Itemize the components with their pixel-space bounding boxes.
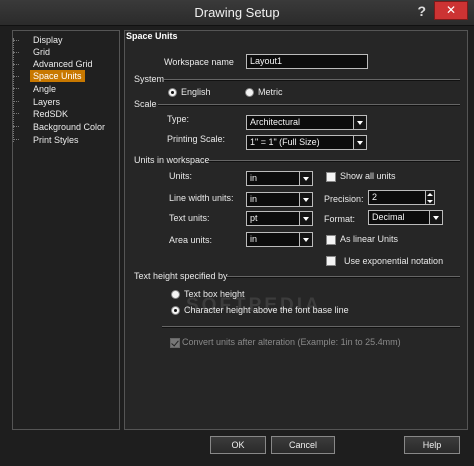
tree-connector [13, 52, 19, 53]
metric-radio[interactable] [245, 88, 254, 97]
scale-section-label: Scale [134, 99, 157, 109]
text-units-label: Text units: [169, 213, 210, 223]
window-title: Drawing Setup [194, 5, 280, 20]
title-bar: Drawing Setup ? ✕ [0, 0, 474, 26]
sidebar-item-angle[interactable]: Angle [30, 83, 59, 95]
workspace-name-label: Workspace name [164, 57, 234, 67]
character-height-radio[interactable] [171, 306, 180, 315]
text-height-section-label: Text height specified by [134, 271, 228, 281]
tree-connector [13, 139, 19, 140]
format-dropdown[interactable]: Decimal [368, 210, 430, 225]
tree-connector [13, 101, 19, 102]
area-units-chevron-down-icon[interactable] [300, 232, 313, 247]
as-linear-units-checkbox[interactable] [326, 235, 336, 245]
category-tree [12, 30, 120, 430]
system-separator [164, 79, 460, 81]
precision-input[interactable]: 2 [368, 190, 426, 205]
line-width-dropdown[interactable]: in [246, 192, 300, 207]
convert-units-checkbox[interactable] [170, 338, 180, 348]
units-chevron-down-icon[interactable] [300, 171, 313, 186]
show-all-units-label: Show all units [340, 171, 396, 181]
exponential-notation-label: Use exponential notation [344, 256, 444, 266]
text-box-height-radio[interactable] [171, 290, 180, 299]
printing-scale-dropdown[interactable]: 1" = 1" (Full Size) [246, 135, 354, 150]
line-width-label: Line width units: [169, 193, 234, 203]
cancel-button[interactable]: Cancel [271, 436, 335, 454]
convert-units-label: Convert units after alteration (Example:… [182, 337, 401, 347]
as-linear-units-label: As linear Units [340, 234, 399, 244]
text-height-separator [226, 276, 460, 278]
softpedia-watermark: SOFTPEDIA [186, 295, 322, 316]
line-width-chevron-down-icon[interactable] [300, 192, 313, 207]
sidebar-item-space-units[interactable]: Space Units [30, 70, 85, 82]
metric-label: Metric [258, 87, 283, 97]
printing-scale-label: Printing Scale: [167, 134, 226, 144]
format-chevron-down-icon[interactable] [430, 210, 443, 225]
area-units-dropdown[interactable]: in [246, 232, 300, 247]
tree-connector [13, 64, 19, 65]
panel-title: Space Units [126, 31, 178, 41]
type-dropdown[interactable]: Architectural [246, 115, 354, 130]
tree-connector [13, 76, 19, 77]
tree-connector [13, 88, 19, 89]
units-label: Units: [169, 171, 193, 181]
sidebar-item-display[interactable]: Display [30, 34, 66, 46]
exponential-notation-checkbox[interactable] [326, 256, 336, 266]
system-section-label: System [134, 74, 165, 84]
type-dropdown-chevron-down-icon[interactable] [354, 115, 367, 130]
sidebar-item-advanced-grid[interactable]: Advanced Grid [30, 58, 96, 70]
tree-connector [13, 113, 19, 114]
close-button[interactable]: ✕ [434, 1, 468, 20]
sidebar-item-grid[interactable]: Grid [30, 46, 53, 58]
precision-stepper[interactable] [426, 190, 435, 205]
sidebar-item-print-styles[interactable]: Print Styles [30, 134, 82, 146]
scale-separator [158, 104, 460, 106]
english-radio[interactable] [168, 88, 177, 97]
show-all-units-checkbox[interactable] [326, 172, 336, 182]
convert-separator [162, 326, 460, 328]
sidebar-item-background-color[interactable]: Background Color [30, 121, 108, 133]
units-dropdown[interactable]: in [246, 171, 300, 186]
printing-scale-chevron-down-icon[interactable] [354, 135, 367, 150]
format-label: Format: [324, 214, 356, 224]
text-units-chevron-down-icon[interactable] [300, 211, 313, 226]
tree-connector [13, 40, 19, 41]
sidebar-item-layers[interactable]: Layers [30, 96, 63, 108]
precision-label: Precision: [324, 194, 364, 204]
sidebar-item-redsdk[interactable]: RedSDK [30, 108, 71, 120]
text-units-dropdown[interactable]: pt [246, 211, 300, 226]
workspace-name-input[interactable]: Layout1 [246, 54, 368, 69]
tree-connector [13, 126, 19, 127]
units-separator [208, 160, 460, 162]
english-label: English [181, 87, 211, 97]
ok-button[interactable]: OK [210, 436, 266, 454]
help-button[interactable]: Help [404, 436, 460, 454]
help-question-icon[interactable]: ? [417, 3, 426, 19]
area-units-label: Area units: [169, 235, 213, 245]
type-label: Type: [167, 114, 190, 124]
units-section-label: Units in workspace [134, 155, 210, 165]
